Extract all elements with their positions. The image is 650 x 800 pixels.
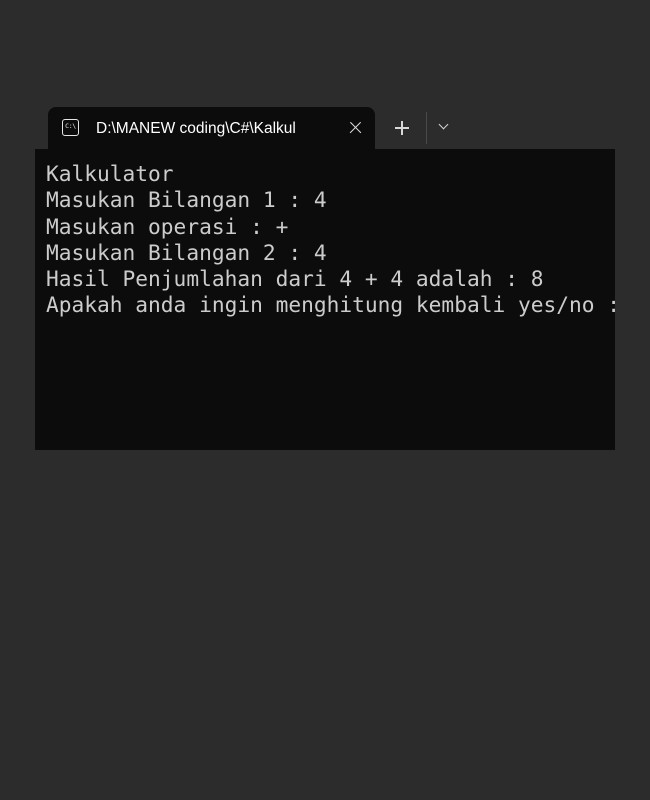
console-line: Hasil Penjumlahan dari 4 + 4 adalah : 8 [46,266,544,292]
console-line: Kalkulator [46,161,174,186]
terminal-icon: C:\ [62,119,79,136]
tab-divider [426,112,427,144]
console-line: Masukan Bilangan 1 : 4 [46,187,327,213]
terminal-window: C:\ D:\MANEW coding\C#\Kalkul Kalkulator… [35,107,615,450]
console-line: Masukan Bilangan 2 : 4 [46,239,327,265]
plus-icon[interactable] [392,118,412,138]
console-lines: Kalkulator Masukan Bilangan 1 : 4 Masuka… [46,161,615,319]
chevron-down-icon[interactable] [436,119,452,135]
tab-active[interactable]: C:\ D:\MANEW coding\C#\Kalkul [48,107,375,149]
console-line: Masukan operasi : + [46,213,289,239]
console-output[interactable]: Kalkulator Masukan Bilangan 1 : 4 Masuka… [35,149,615,450]
tab-title: D:\MANEW coding\C#\Kalkul [96,120,296,137]
close-icon[interactable] [347,119,365,137]
tab-bar: C:\ D:\MANEW coding\C#\Kalkul [35,107,615,149]
console-line: Apakah anda ingin menghitung kembali yes… [46,292,615,318]
